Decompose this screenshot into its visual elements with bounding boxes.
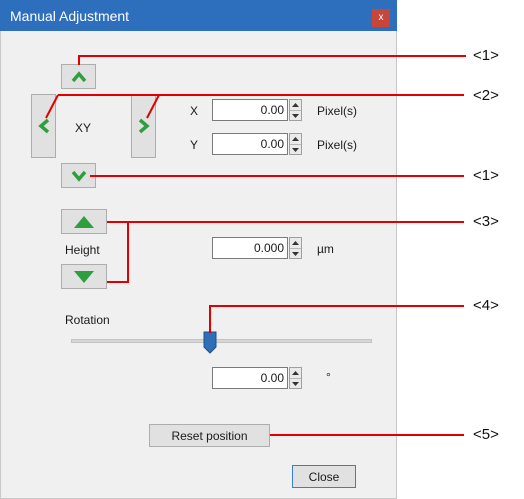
chevron-down-icon	[71, 170, 86, 182]
spin-down-icon[interactable]	[290, 379, 301, 389]
callout-line	[127, 221, 129, 283]
window-title: Manual Adjustment	[10, 8, 130, 24]
rotation-unit-label: °	[326, 370, 331, 384]
y-unit-label: Pixel(s)	[317, 138, 358, 152]
spin-up-icon[interactable]	[290, 368, 301, 379]
callout-line	[107, 281, 129, 283]
x-value-field[interactable]: 0.00	[212, 99, 288, 121]
rotation-slider-thumb[interactable]	[203, 331, 217, 354]
callout-3: <3>	[473, 213, 499, 230]
callout-5: <5>	[473, 426, 499, 443]
chevron-right-icon	[138, 118, 150, 134]
callout-line	[209, 305, 464, 307]
callout-2: <2>	[473, 87, 499, 104]
chevron-left-icon	[37, 118, 49, 134]
callout-1-bottom: <1>	[473, 167, 499, 184]
height-up-button[interactable]	[61, 209, 107, 234]
triangle-down-icon	[74, 270, 94, 283]
spin-down-icon[interactable]	[290, 249, 301, 259]
spin-up-icon[interactable]	[290, 134, 301, 145]
x-spinner[interactable]	[289, 99, 302, 121]
callout-4: <4>	[473, 297, 499, 314]
callout-line	[209, 305, 211, 333]
callout-line	[107, 221, 464, 223]
x-axis-label: X	[190, 104, 199, 118]
xy-label: XY	[74, 121, 91, 135]
height-unit-label: µm	[317, 242, 334, 256]
rotation-spinner[interactable]	[289, 367, 302, 389]
triangle-up-icon	[74, 215, 94, 228]
height-label: Height	[65, 243, 100, 257]
callout-line	[78, 55, 466, 57]
chevron-up-icon	[71, 70, 86, 82]
move-up-button[interactable]	[61, 64, 96, 89]
height-value-field[interactable]: 0.000	[212, 237, 288, 259]
y-value-field[interactable]: 0.00	[212, 133, 288, 155]
callout-line	[158, 94, 464, 96]
spin-up-icon[interactable]	[290, 238, 301, 249]
close-button[interactable]: Close	[292, 465, 356, 488]
reset-position-button[interactable]: Reset position	[149, 424, 270, 447]
callout-line	[78, 56, 80, 65]
rotation-value-field[interactable]: 0.00	[212, 367, 288, 389]
y-axis-label: Y	[190, 138, 199, 152]
spin-up-icon[interactable]	[290, 100, 301, 111]
rotation-label: Rotation	[65, 313, 110, 327]
rotation-slider-track[interactable]	[71, 339, 372, 343]
close-window-button[interactable]: x	[372, 9, 390, 27]
height-spinner[interactable]	[289, 237, 302, 259]
callout-line	[90, 175, 464, 177]
x-unit-label: Pixel(s)	[317, 104, 358, 118]
spin-down-icon[interactable]	[290, 145, 301, 155]
callout-1-top: <1>	[473, 47, 499, 64]
height-down-button[interactable]	[61, 264, 107, 289]
y-spinner[interactable]	[289, 133, 302, 155]
spin-down-icon[interactable]	[290, 111, 301, 121]
callout-line	[270, 434, 464, 436]
callout-line	[45, 94, 160, 119]
